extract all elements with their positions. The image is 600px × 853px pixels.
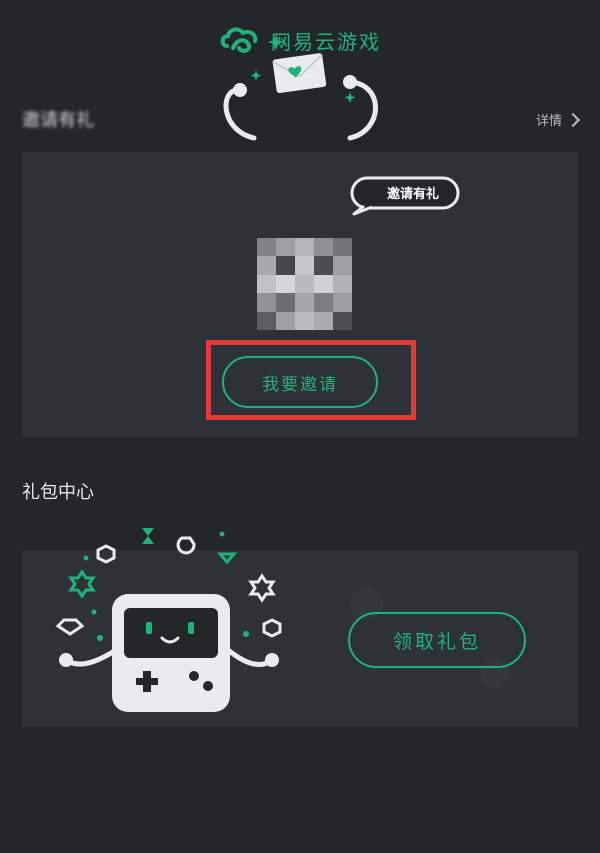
speech-bubble-text: 邀请有礼 xyxy=(386,187,439,202)
star-icon xyxy=(248,573,276,603)
invite-section-title: 邀请有礼 xyxy=(22,110,94,131)
gift-section-title: 礼包中心 xyxy=(22,482,94,503)
sparkle-icon xyxy=(250,70,262,81)
gift-console-illustration xyxy=(55,528,282,712)
gift-section-header: 礼包中心 xyxy=(22,478,578,504)
gem-icon xyxy=(176,536,196,555)
claim-gift-button[interactable]: 领取礼包 xyxy=(348,612,526,668)
hexagon-icon xyxy=(262,618,282,638)
sparkle-icon xyxy=(344,92,356,103)
chevron-right-icon xyxy=(565,112,581,127)
highlight-box xyxy=(206,340,416,420)
envelope-icon xyxy=(272,53,327,94)
diamond-icon xyxy=(216,552,238,565)
sparkle-icon xyxy=(268,34,284,50)
diamond-icon xyxy=(55,618,85,636)
hexagon-icon xyxy=(96,544,116,564)
star-icon xyxy=(68,569,96,599)
hourglass-icon xyxy=(142,528,154,544)
pixelated-mascot-face xyxy=(257,238,352,330)
detail-link[interactable]: 详情 xyxy=(535,110,581,129)
invite-mascot-illustration xyxy=(223,34,378,141)
detail-link-label: 详情 xyxy=(535,113,562,129)
